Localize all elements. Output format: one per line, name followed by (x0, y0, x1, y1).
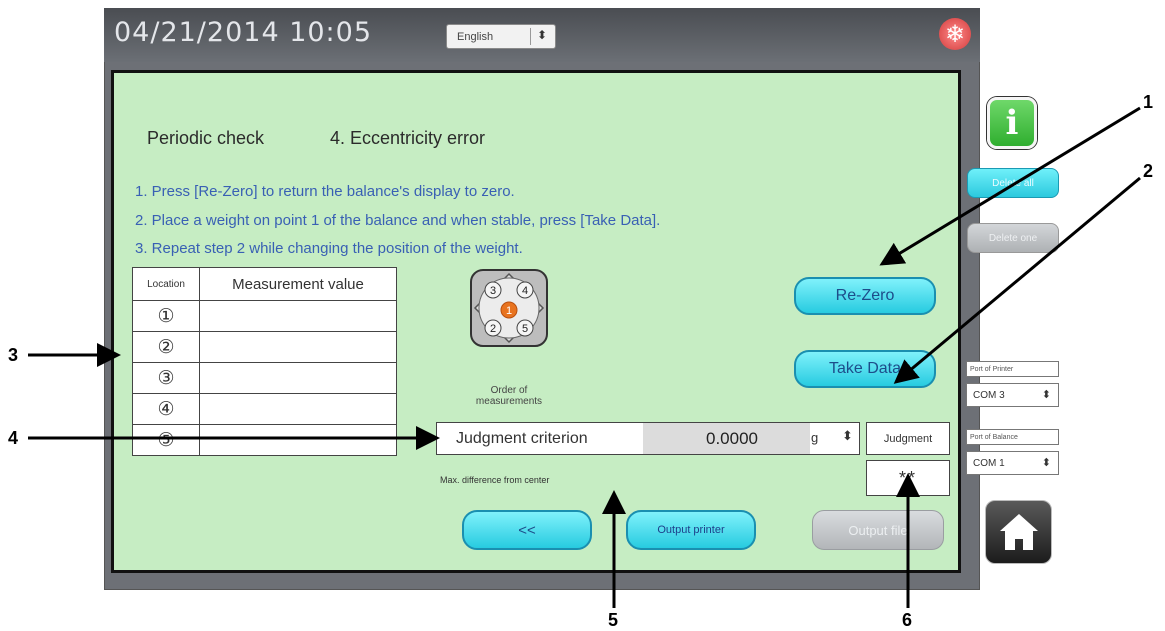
table-row[interactable]: ② (132, 331, 397, 363)
measurement-table: Location Measurement value ① ② ③ ④ ⑤ (132, 267, 397, 456)
output-printer-button[interactable]: Output printer (626, 510, 756, 550)
point-2-label: 2 (490, 323, 496, 335)
info-icon[interactable]: i (987, 97, 1037, 149)
measurement-cell (199, 331, 397, 363)
location-cell: ⑤ (132, 424, 200, 456)
delete-one-button[interactable]: Delete one (967, 223, 1059, 253)
table-row[interactable]: ③ (132, 362, 397, 394)
point-4-label: 4 (522, 285, 528, 297)
caption-line-1: Order of (490, 385, 528, 396)
callout-1: 1 (1143, 92, 1154, 112)
home-icon[interactable] (985, 500, 1052, 564)
judgment-result: ** (866, 460, 950, 496)
language-value: English (457, 30, 494, 43)
instruction-2: 2. Place a weight on point 1 of the bala… (135, 212, 661, 229)
snowflake-icon[interactable]: ❄ (939, 18, 971, 50)
home-glyph (999, 514, 1038, 550)
select-arrow-icon: ⬍ (536, 28, 547, 42)
balance-port-value: COM 1 (973, 457, 1005, 469)
criterion-note: Max. difference from center (440, 475, 550, 485)
header-location: Location (132, 267, 200, 301)
location-cell: ① (132, 300, 200, 332)
table-row[interactable]: ① (132, 300, 397, 332)
callout-2: 2 (1143, 161, 1154, 181)
callout-4: 4 (8, 428, 19, 448)
page-title: Periodic check (147, 128, 265, 148)
header-measurement-value: Measurement value (199, 267, 397, 301)
select-arrow-icon: ⬍ (1041, 389, 1051, 401)
callout-3: 3 (8, 345, 19, 365)
point-5-label: 5 (522, 323, 528, 335)
back-button[interactable]: << (462, 510, 592, 550)
delete-all-button[interactable]: Delete all (967, 168, 1059, 198)
instruction-1: 1. Press [Re-Zero] to return the balance… (135, 183, 515, 200)
table-header: Location Measurement value (132, 267, 397, 301)
criterion-value-field[interactable]: 0.0000 (643, 423, 810, 454)
take-data-button[interactable]: Take Data (794, 350, 936, 388)
datetime-display: 04/21/2014 10:05 (114, 17, 373, 48)
measurement-cell (199, 362, 397, 394)
caption-line-2: measurements (475, 396, 543, 407)
rezero-button[interactable]: Re-Zero (794, 277, 936, 315)
table-row[interactable]: ④ (132, 393, 397, 425)
location-cell: ② (132, 331, 200, 363)
measurement-cell (199, 393, 397, 425)
judgment-header: Judgment (866, 422, 950, 455)
printer-port-select[interactable]: COM 3 ⬍ (966, 383, 1059, 407)
unit-select-arrow-icon[interactable]: ⬍ (842, 428, 853, 444)
location-cell: ④ (132, 393, 200, 425)
criterion-unit-select[interactable]: g (811, 430, 818, 445)
language-select[interactable]: English ⬍ (446, 24, 556, 49)
point-1-label: 1 (506, 305, 512, 317)
printer-port-value: COM 3 (973, 389, 1005, 401)
diagram-caption: Order of measurements (440, 385, 578, 407)
point-3-label: 3 (490, 285, 496, 297)
balance-port-label: Port of Balance (966, 429, 1059, 445)
page-subtitle: 4. Eccentricity error (330, 128, 486, 148)
output-file-button[interactable]: Output file (812, 510, 944, 550)
location-cell: ③ (132, 362, 200, 394)
select-arrow-icon: ⬍ (1041, 457, 1051, 469)
measurement-cell (199, 300, 397, 332)
balance-port-select[interactable]: COM 1 ⬍ (966, 451, 1059, 475)
criterion-label: Judgment criterion (456, 430, 588, 447)
callout-6: 6 (902, 610, 913, 630)
callout-5: 5 (608, 610, 619, 630)
select-divider (530, 28, 531, 45)
weight-position-diagram: 3 4 1 2 5 (470, 269, 548, 347)
instruction-3: 3. Repeat step 2 while changing the posi… (135, 240, 523, 257)
printer-port-label: Port of Printer (966, 361, 1059, 377)
measurement-cell (199, 424, 397, 456)
table-row[interactable]: ⑤ (132, 424, 397, 456)
